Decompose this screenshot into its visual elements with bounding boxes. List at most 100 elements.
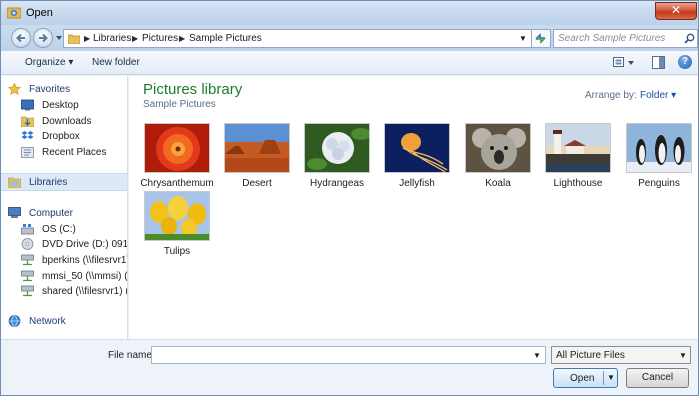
nav-item-label: shared (\\filesrvr1) ( xyxy=(42,286,128,297)
file-type-filter-value: All Picture Files xyxy=(556,350,625,361)
address-dropdown-icon[interactable]: ▼ xyxy=(519,34,527,43)
koala-image xyxy=(465,123,531,173)
arrange-by-label: Arrange by: xyxy=(585,90,637,101)
search-input[interactable] xyxy=(558,32,678,45)
search-icon[interactable] xyxy=(684,33,695,44)
lighthouse-image xyxy=(545,123,611,173)
network-drive-icon xyxy=(21,254,34,266)
preview-pane-glyph xyxy=(659,57,664,68)
desktop-icon xyxy=(21,99,34,111)
help-icon[interactable]: ? xyxy=(678,55,692,69)
recent-places-icon xyxy=(21,147,34,158)
navigation-pane: Favorites Desktop Downloads Dropbox Rece… xyxy=(1,76,128,339)
file-thumbnail[interactable]: Lighthouse xyxy=(542,123,614,193)
file-name: Penguins xyxy=(638,178,680,189)
file-name: Tulips xyxy=(163,246,191,257)
breadcrumb-sample-pictures[interactable]: Sample Pictures xyxy=(189,33,262,44)
recent-pages-dropdown[interactable] xyxy=(55,35,63,41)
nav-item-label: mmsi_50 (\\mmsi) ( xyxy=(42,271,128,282)
jellyfish-image xyxy=(384,123,450,173)
library-title: Pictures library xyxy=(143,81,243,98)
back-arrow-icon xyxy=(16,33,25,43)
window-title: Open xyxy=(26,7,53,19)
computer-icon xyxy=(8,207,21,218)
address-row: ▶ Libraries ▶ Pictures ▶ Sample Pictures… xyxy=(1,25,698,51)
file-thumbnail[interactable]: Tulips xyxy=(141,191,213,261)
file-thumbnail[interactable]: Chrysanthemum xyxy=(140,123,214,193)
organize-button[interactable]: Organize ▾ xyxy=(25,57,73,68)
nav-network-label: Network xyxy=(29,316,66,327)
chevron-right-icon[interactable]: ▶ xyxy=(179,34,185,43)
change-view-icon[interactable] xyxy=(613,56,635,69)
command-toolbar: Organize ▾ New folder ? xyxy=(1,51,698,75)
forward-button[interactable] xyxy=(33,28,53,48)
file-thumbnail[interactable]: Koala xyxy=(462,123,534,193)
refresh-button[interactable] xyxy=(532,29,551,48)
file-thumbnail[interactable]: Penguins xyxy=(623,123,695,193)
file-name: Koala xyxy=(485,178,511,189)
libraries-icon xyxy=(8,177,21,188)
chevron-right-icon[interactable]: ▶ xyxy=(84,34,90,43)
star-icon xyxy=(8,83,21,95)
file-list-pane: Pictures library Sample Pictures Arrange… xyxy=(129,76,698,339)
library-subtitle: Sample Pictures xyxy=(143,99,216,110)
address-bar[interactable]: ▶ Libraries ▶ Pictures ▶ Sample Pictures… xyxy=(63,29,532,48)
dvd-drive-icon xyxy=(21,238,34,250)
open-button-divider xyxy=(603,371,604,385)
nav-item-label: DVD Drive (D:) 09100 xyxy=(42,239,128,250)
file-thumbnail[interactable]: Jellyfish xyxy=(381,123,453,193)
refresh-icon xyxy=(535,33,546,44)
nav-favorites-label: Favorites xyxy=(29,84,71,95)
preview-pane-icon[interactable] xyxy=(652,56,665,69)
new-folder-button[interactable]: New folder xyxy=(92,57,140,68)
tulips-image xyxy=(144,191,210,241)
file-name: Hydrangeas xyxy=(310,178,364,189)
close-button[interactable]: ✕ xyxy=(655,2,697,20)
arrange-by-dropdown[interactable]: Folder ▾ xyxy=(640,90,676,101)
title-bar: Open ✕ xyxy=(1,1,698,25)
penguins-image xyxy=(626,123,692,173)
file-name: Jellyfish xyxy=(399,178,435,189)
forward-arrow-icon xyxy=(39,33,48,43)
open-button[interactable]: Open ▼ xyxy=(553,368,618,388)
file-name: Chrysanthemum xyxy=(140,178,214,189)
nav-item-label: Desktop xyxy=(42,100,79,111)
open-button-label: Open xyxy=(570,373,595,384)
nav-item-label: Recent Places xyxy=(42,147,107,158)
chrysanthemum-image xyxy=(144,123,210,173)
nav-libraries-selected[interactable]: Libraries xyxy=(1,173,127,191)
file-thumbnail[interactable]: Desert xyxy=(221,123,293,193)
back-button[interactable] xyxy=(11,28,31,48)
app-icon xyxy=(7,7,21,19)
search-box[interactable] xyxy=(553,29,698,48)
chevron-down-icon[interactable]: ▼ xyxy=(679,351,687,360)
nav-item-label: Downloads xyxy=(42,116,92,127)
file-name-combobox[interactable]: ▼ xyxy=(151,346,546,364)
file-name-input[interactable] xyxy=(155,349,525,362)
network-drive-icon xyxy=(21,285,34,297)
file-type-filter[interactable]: All Picture Files ▼ xyxy=(551,346,691,364)
breadcrumb-libraries[interactable]: Libraries xyxy=(93,33,131,44)
open-dialog: Open ✕ ▶ Libraries ▶ Pictures ▶ Sample P… xyxy=(0,0,699,396)
open-options-dropdown-icon[interactable]: ▼ xyxy=(607,373,615,382)
downloads-icon xyxy=(21,116,34,127)
hard-drive-icon xyxy=(21,224,34,235)
nav-computer-label: Computer xyxy=(29,208,73,219)
file-name-label: File name: xyxy=(108,350,155,361)
chevron-right-icon[interactable]: ▶ xyxy=(132,34,138,43)
desert-image xyxy=(224,123,290,173)
dialog-footer: File name: ▼ All Picture Files ▼ Open ▼ … xyxy=(1,339,698,395)
breadcrumb-pictures[interactable]: Pictures xyxy=(142,33,178,44)
chevron-down-icon[interactable]: ▼ xyxy=(533,351,541,360)
nav-item-label: bperkins (\\filesrvr1\ xyxy=(42,255,128,266)
folder-icon xyxy=(68,34,80,44)
dropbox-icon xyxy=(21,131,34,139)
hydrangeas-image xyxy=(304,123,370,173)
file-name: Lighthouse xyxy=(553,178,603,189)
cancel-button[interactable]: Cancel xyxy=(626,368,689,388)
nav-item-label: OS (C:) xyxy=(42,224,76,235)
nav-libraries-label: Libraries xyxy=(29,177,68,188)
nav-item-label: Dropbox xyxy=(42,131,80,142)
network-icon xyxy=(8,315,21,327)
file-thumbnail[interactable]: Hydrangeas xyxy=(301,123,373,193)
